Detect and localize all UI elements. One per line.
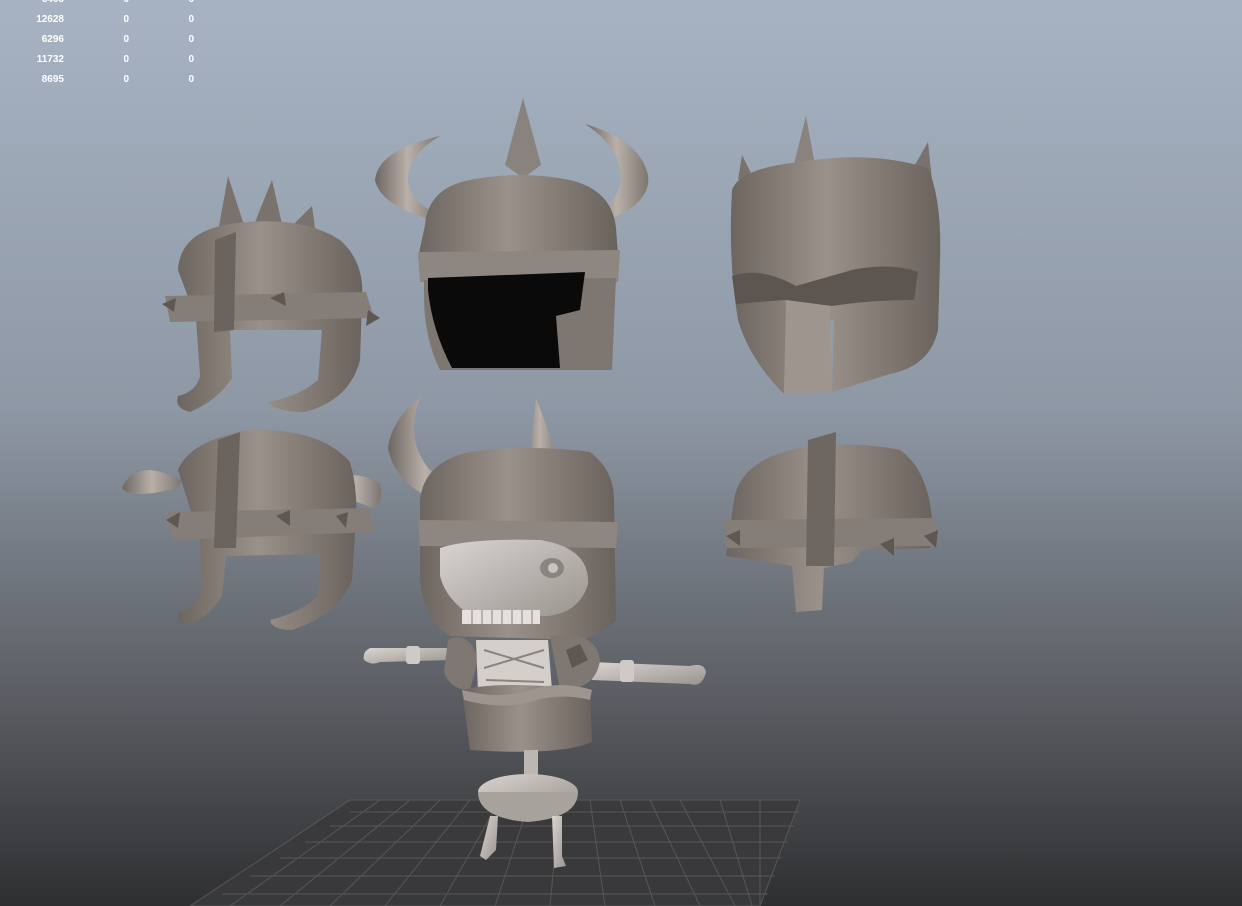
knight-great-helm-model[interactable] bbox=[730, 116, 941, 394]
spiked-helmet-model[interactable] bbox=[162, 176, 380, 412]
hud-value: 6403 bbox=[0, 0, 64, 7]
hud-value: 0 bbox=[123, 14, 129, 25]
hud-value: 11732 bbox=[36, 54, 64, 65]
horned-visor-helmet-model[interactable] bbox=[375, 98, 649, 370]
hud-value: 0 bbox=[188, 34, 194, 45]
hud-value: 0 bbox=[123, 54, 129, 65]
hud-row: 8695 0 0 bbox=[0, 73, 220, 87]
3d-viewport[interactable]: 6403 0 0 12628 0 0 6296 0 0 11732 0 0 86… bbox=[0, 0, 1242, 906]
nasal-guard-helmet-model[interactable] bbox=[724, 432, 938, 612]
hud-value: 0 bbox=[150, 0, 194, 7]
hud-value: 0 bbox=[123, 74, 129, 85]
hud-row: 12628 0 0 bbox=[0, 13, 220, 27]
scene-canvas[interactable] bbox=[0, 0, 1242, 906]
hud-value: 0 bbox=[80, 0, 129, 7]
hud-value: 8695 bbox=[41, 74, 64, 85]
hud-value: 0 bbox=[188, 54, 194, 65]
hud-row: 6296 0 0 bbox=[0, 33, 220, 47]
skeleton-character-model[interactable] bbox=[363, 398, 706, 868]
ground-grid bbox=[189, 799, 801, 906]
hud-value: 0 bbox=[188, 74, 194, 85]
hud-value: 6296 bbox=[41, 34, 64, 45]
poly-count-hud: 6403 0 0 12628 0 0 6296 0 0 11732 0 0 86… bbox=[0, 0, 220, 100]
hud-value: 0 bbox=[188, 14, 194, 25]
curled-horn-helmet-model[interactable] bbox=[122, 429, 381, 630]
hud-value: 12628 bbox=[36, 14, 64, 25]
hud-value: 0 bbox=[123, 34, 129, 45]
hud-row: 6403 0 0 bbox=[0, 0, 220, 7]
hud-row: 11732 0 0 bbox=[0, 53, 220, 67]
